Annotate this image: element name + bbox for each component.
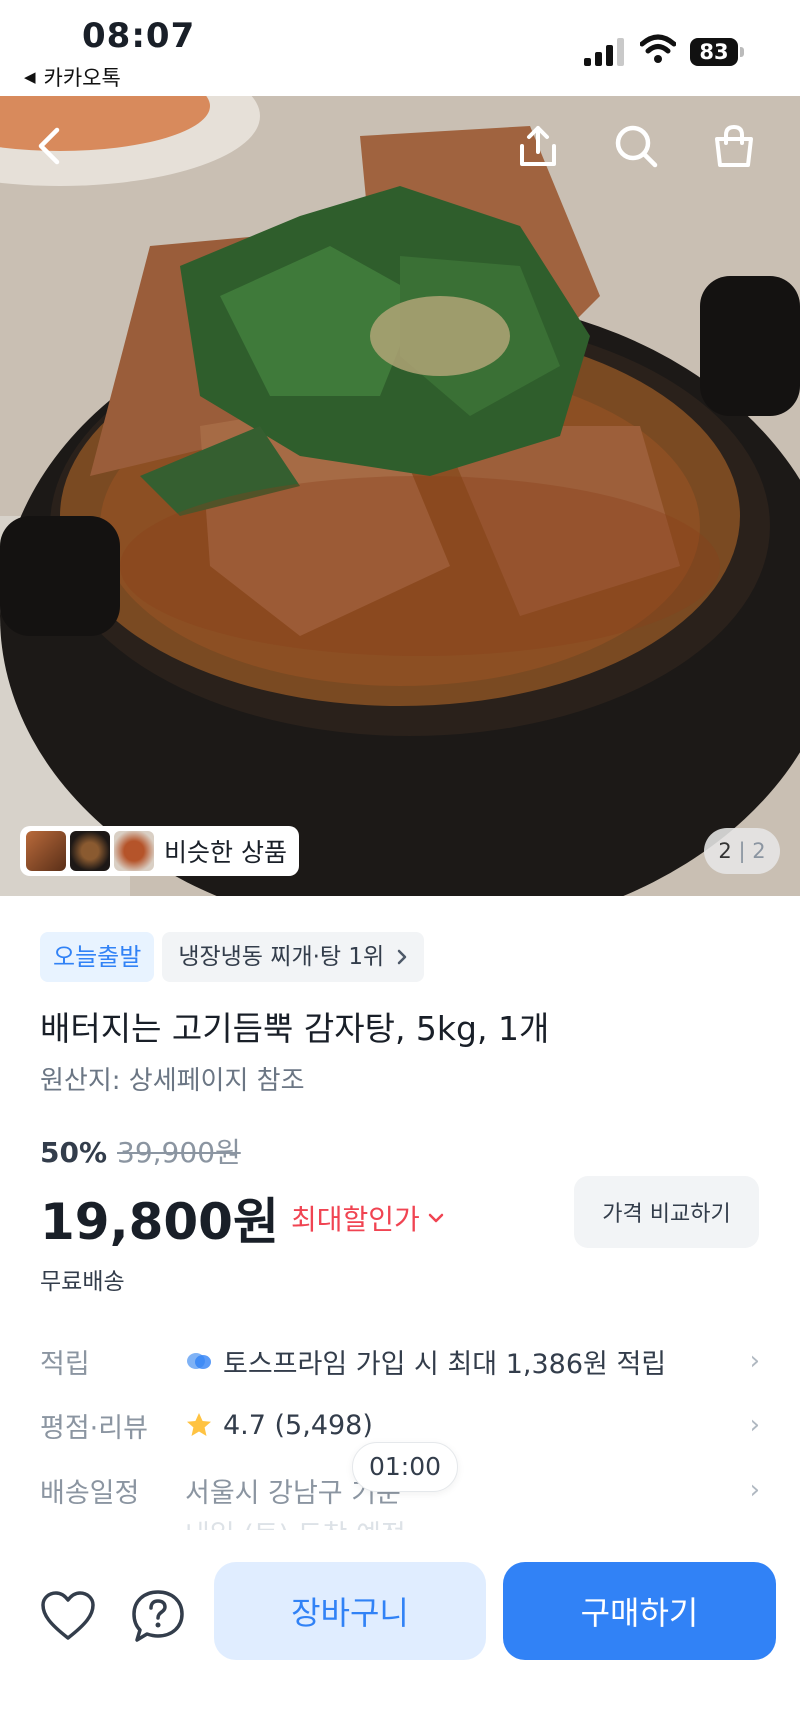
similar-thumbnail bbox=[26, 831, 66, 871]
pager-total: 2 bbox=[752, 839, 766, 863]
product-image-carousel[interactable]: 비슷한 상품 2 | 2 bbox=[0, 96, 800, 896]
battery-level: 83 bbox=[690, 38, 738, 66]
chevron-right-icon: › bbox=[749, 1475, 760, 1505]
category-rank-label: 냉장냉동 찌개·탕 1위 bbox=[178, 944, 385, 970]
back-app-label: 카카오톡 bbox=[43, 66, 121, 90]
chevron-right-icon bbox=[397, 949, 407, 965]
max-discount-label: 최대할인가 bbox=[290, 1203, 420, 1236]
similar-thumbnail bbox=[70, 831, 110, 871]
search-icon bbox=[615, 125, 658, 168]
image-pager-indicator: 2 | 2 bbox=[704, 828, 780, 874]
chevron-right-icon: › bbox=[749, 1410, 760, 1440]
rating-label: 평점·리뷰 bbox=[40, 1412, 148, 1444]
wifi-icon bbox=[640, 34, 676, 63]
sale-price: 19,800원 bbox=[40, 1193, 279, 1251]
similar-thumbnail bbox=[114, 831, 154, 871]
pager-current: 2 bbox=[718, 839, 732, 863]
cellular-signal-icon bbox=[584, 38, 624, 66]
chevron-right-icon: › bbox=[749, 1346, 760, 1376]
pager-separator: | bbox=[738, 839, 746, 863]
back-to-app-link[interactable]: ◀ 카카오톡 bbox=[24, 62, 121, 92]
similar-products-label: 비슷한 상품 bbox=[164, 838, 287, 867]
wishlist-button[interactable] bbox=[38, 1586, 98, 1646]
back-button[interactable] bbox=[24, 120, 76, 172]
discount-row: 50% 39,900원 bbox=[40, 1131, 241, 1171]
buy-now-button[interactable]: 구매하기 bbox=[503, 1562, 776, 1660]
similar-products-button[interactable]: 비슷한 상품 bbox=[20, 826, 299, 876]
free-shipping-label: 무료배송 bbox=[40, 1269, 125, 1295]
status-time: 08:07 bbox=[82, 16, 196, 56]
chevron-down-icon bbox=[428, 1213, 444, 1223]
product-photo bbox=[0, 96, 800, 896]
help-button[interactable] bbox=[128, 1586, 188, 1646]
rating-value-group: 4.7 (5,498) bbox=[185, 1410, 730, 1441]
shopping-bag-icon bbox=[715, 124, 753, 167]
toss-prime-icon bbox=[187, 1353, 211, 1369]
product-title: 배터지는 고기듬뿍 감자탕, 5kg, 1개 bbox=[40, 1009, 550, 1048]
add-to-cart-button[interactable]: 장바구니 bbox=[214, 1562, 486, 1660]
category-rank-badge[interactable]: 냉장냉동 찌개·탕 1위 bbox=[162, 932, 425, 982]
status-bar: 08:07 ◀ 카카오톡 83 bbox=[0, 0, 800, 96]
points-value: 토스프라임 가입 시 최대 1,386원 적립 bbox=[223, 1348, 667, 1380]
today-shipping-badge: 오늘출발 bbox=[40, 932, 155, 982]
bottom-action-bar: 장바구니 구매하기 bbox=[0, 1530, 800, 1731]
points-value-group: 토스프라임 가입 시 최대 1,386원 적립 bbox=[185, 1342, 730, 1381]
back-triangle-icon: ◀ bbox=[24, 68, 36, 86]
points-row[interactable]: 적립 토스프라임 가입 시 최대 1,386원 적립 › bbox=[40, 1336, 760, 1386]
delivery-label: 배송일정 bbox=[40, 1477, 140, 1509]
product-badges: 오늘출발 냉장냉동 찌개·탕 1위 bbox=[40, 932, 425, 982]
question-bubble-icon bbox=[132, 1590, 184, 1642]
points-label: 적립 bbox=[40, 1348, 90, 1380]
rating-value: 4.7 (5,498) bbox=[223, 1409, 373, 1441]
heart-icon bbox=[41, 1591, 95, 1640]
search-button[interactable] bbox=[610, 120, 662, 172]
max-discount-dropdown[interactable]: 최대할인가 bbox=[291, 1198, 444, 1238]
star-icon bbox=[187, 1413, 211, 1436]
original-price: 39,900원 bbox=[117, 1136, 241, 1169]
share-button[interactable] bbox=[512, 120, 564, 172]
share-icon bbox=[520, 126, 556, 166]
battery-tip bbox=[740, 47, 744, 57]
delivery-location: 서울시 강남구 기준 bbox=[185, 1477, 401, 1509]
battery-indicator: 83 bbox=[690, 38, 744, 66]
price-compare-button[interactable]: 가격 비교하기 bbox=[574, 1176, 759, 1248]
price-row: 19,800원 최대할인가 bbox=[40, 1182, 444, 1254]
shopping-bag-button[interactable] bbox=[708, 120, 760, 172]
origin-info: 원산지: 상세페이지 참조 bbox=[40, 1066, 305, 1096]
discount-rate: 50% bbox=[40, 1136, 108, 1169]
timer-badge: 01:00 bbox=[352, 1442, 459, 1492]
chevron-left-icon bbox=[38, 127, 60, 165]
